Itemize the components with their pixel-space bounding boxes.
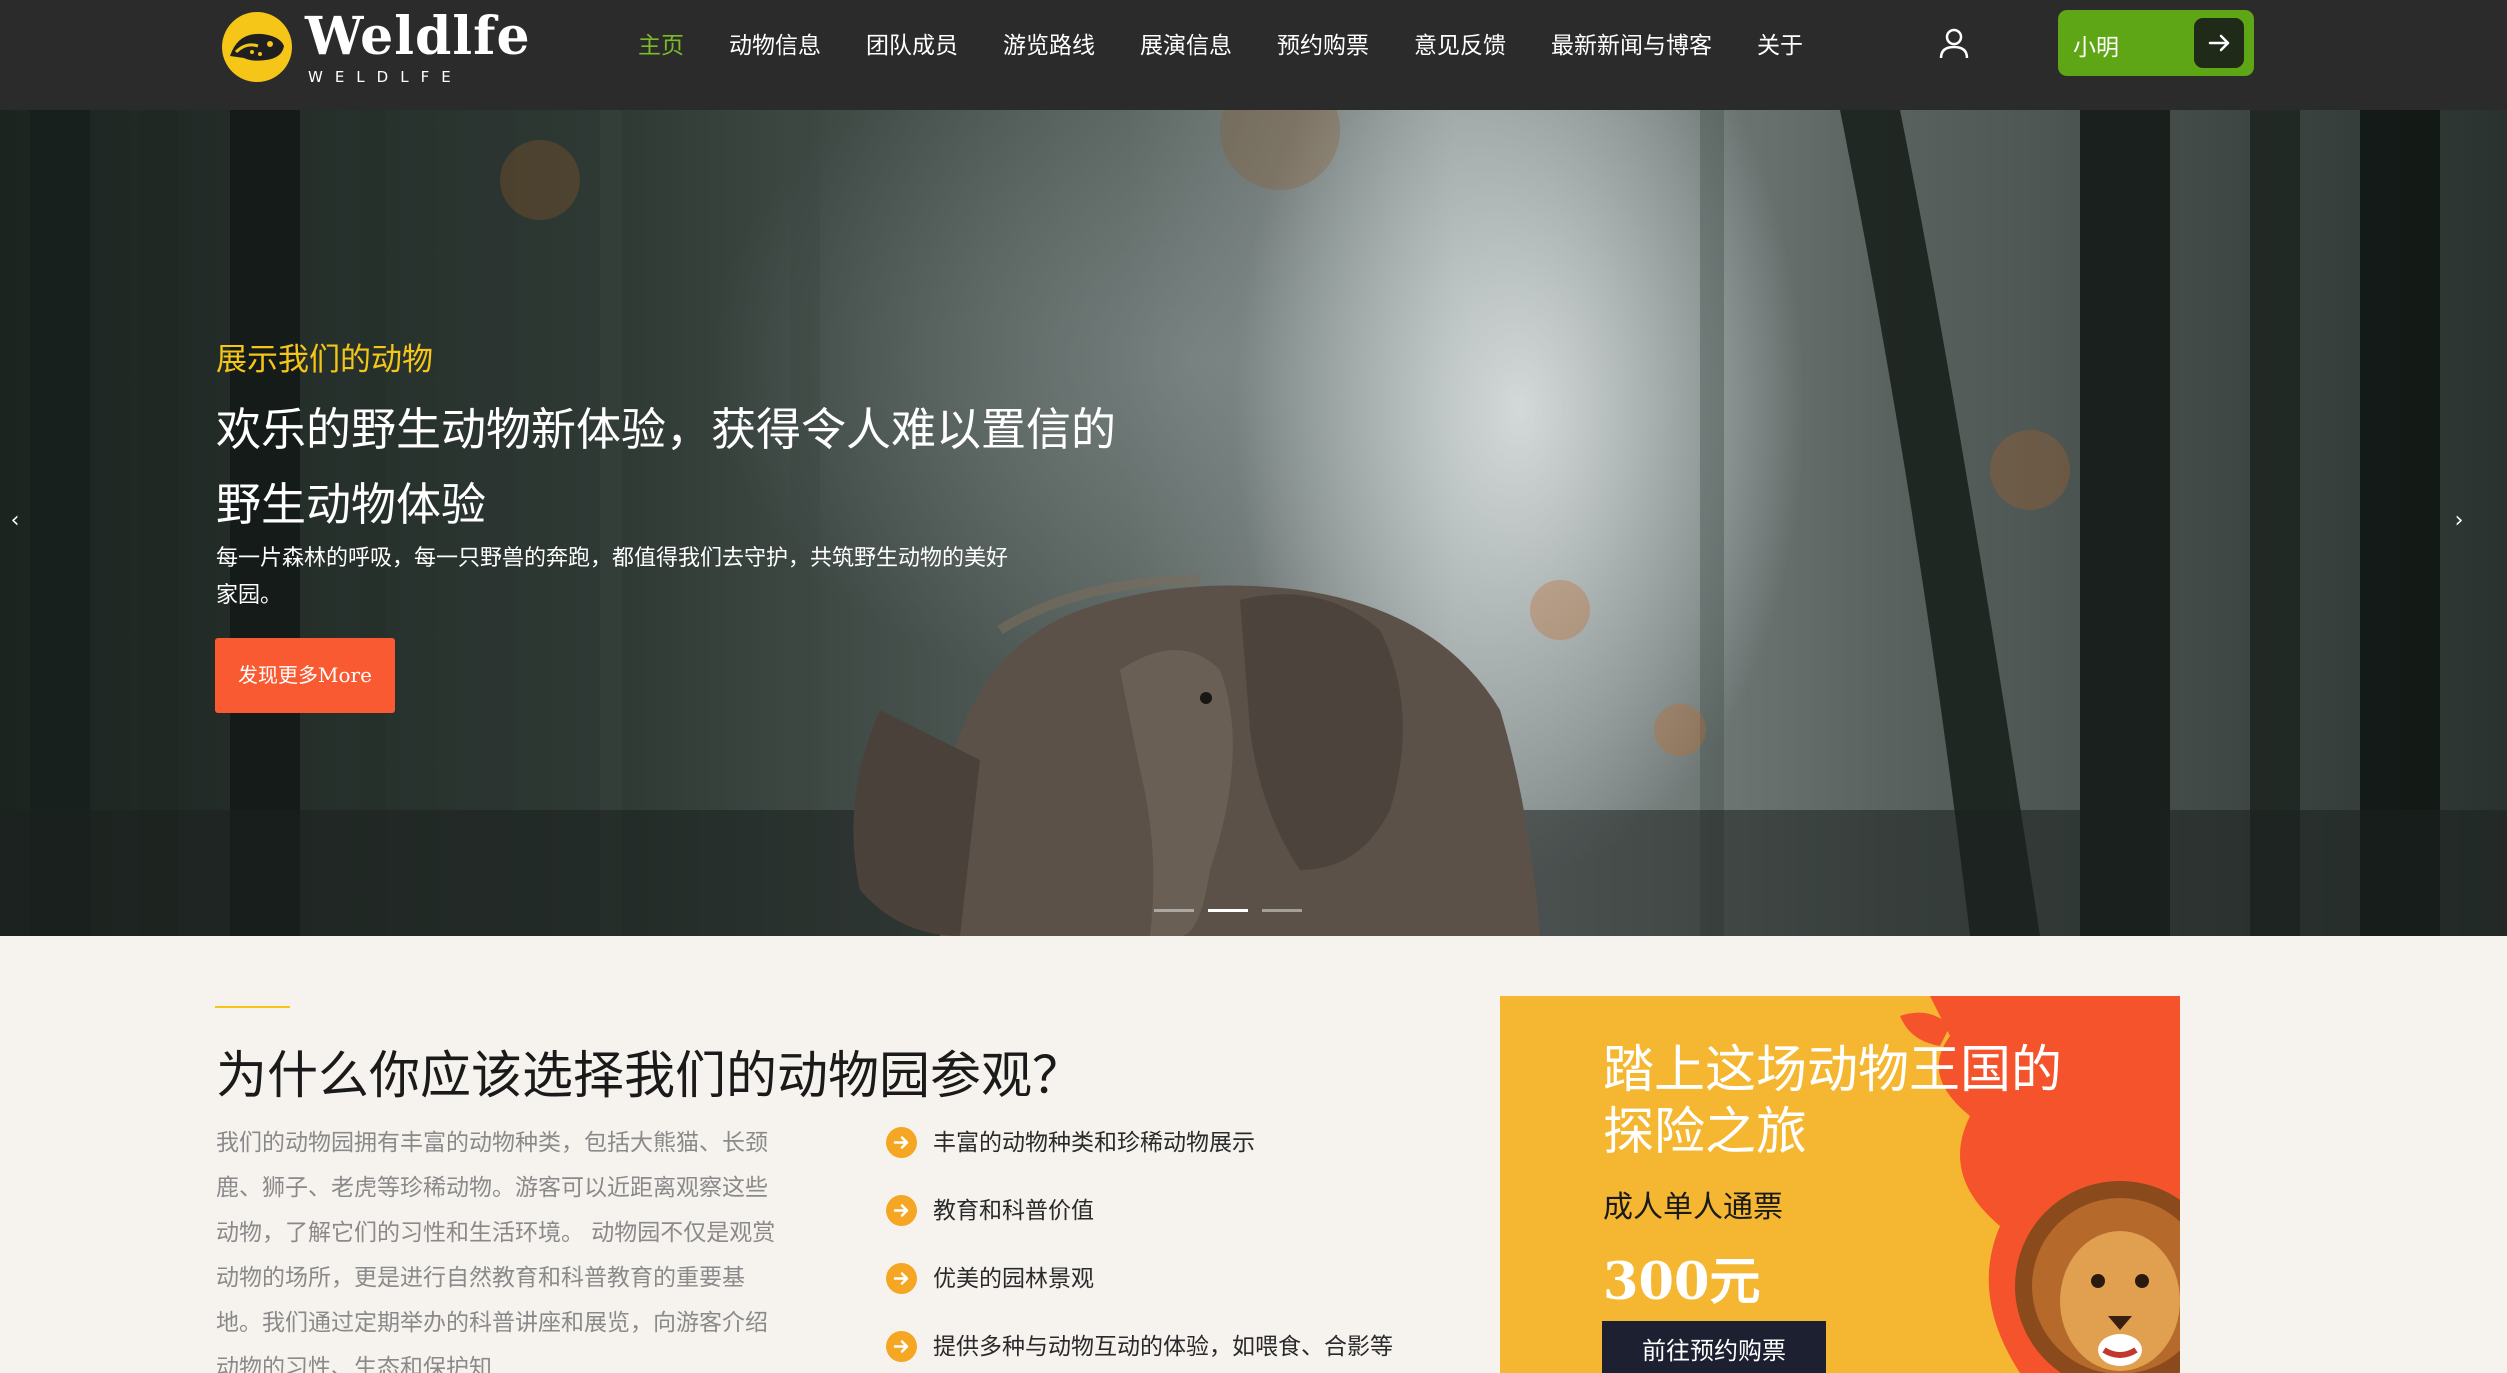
hero-tagline: 展示我们的动物	[216, 342, 433, 378]
nav-item-news[interactable]: 最新新闻与博客	[1551, 26, 1712, 60]
user-name: 小明	[2073, 35, 2119, 61]
carousel-dots	[1154, 909, 1316, 912]
nav-item-routes[interactable]: 游览路线	[1003, 26, 1095, 60]
why-section-title: 为什么你应该选择我们的动物园参观？	[216, 1047, 1084, 1106]
discover-more-button[interactable]: 发现更多More	[215, 638, 395, 713]
nav-item-tickets[interactable]: 预约购票	[1277, 26, 1369, 60]
promo-ticket-type: 成人单人通票	[1603, 1190, 1783, 1225]
feature-label: 优美的园林景观	[933, 1266, 1094, 1292]
feature-item: 丰富的动物种类和珍稀动物展示	[886, 1121, 1446, 1189]
hero-banner: 展示我们的动物 欢乐的野生动物新体验，获得令人难以置信的野生动物体验 每一片森林…	[0, 110, 2507, 936]
feature-label: 丰富的动物种类和珍稀动物展示	[933, 1130, 1255, 1156]
nav-item-team[interactable]: 团队成员	[866, 26, 958, 60]
logo-badge-icon	[222, 12, 292, 82]
logo-name: Weldlfe	[305, 6, 531, 67]
arrow-circle-icon	[886, 1127, 917, 1158]
carousel-dot[interactable]	[1262, 909, 1302, 912]
main-nav: 主页 动物信息 团队成员 游览路线 展演信息 预约购票 意见反馈 最新新闻与博客…	[638, 0, 1848, 86]
promo-title: 踏上这场动物王国的探险之旅	[1603, 1041, 2063, 1162]
hero-description: 每一片森林的呼吸，每一只野兽的奔跑，都值得我们去守护，共筑野生动物的美好家园。	[216, 546, 1009, 608]
user-icon[interactable]	[1937, 26, 1971, 60]
feature-list: 丰富的动物种类和珍稀动物展示 教育和科普价值 优美的园林景观 提供多种与动物互动…	[886, 1121, 1446, 1373]
arrow-circle-icon	[886, 1263, 917, 1294]
chevron-left-icon[interactable]: ‹	[0, 506, 30, 536]
feature-item: 提供多种与动物互动的体验，如喂食、合影等	[886, 1325, 1446, 1373]
elephant-illustration	[853, 575, 1540, 936]
carousel-dot[interactable]	[1154, 909, 1194, 912]
arrow-circle-icon	[886, 1331, 917, 1362]
nav-item-feedback[interactable]: 意见反馈	[1414, 26, 1506, 60]
arrow-right-icon	[2194, 18, 2244, 68]
promo-price: 300元	[1603, 1252, 1761, 1312]
feature-label: 教育和科普价值	[933, 1198, 1094, 1224]
why-section-text: 我们的动物园拥有丰富的动物种类，包括大熊猫、长颈鹿、狮子、老虎等珍稀动物。游客可…	[216, 1130, 776, 1373]
user-account-button[interactable]: 小明	[2058, 10, 2254, 76]
arrow-circle-icon	[886, 1195, 917, 1226]
feature-label: 提供多种与动物互动的体验，如喂食、合影等	[933, 1334, 1393, 1360]
nav-item-shows[interactable]: 展演信息	[1140, 26, 1232, 60]
site-logo[interactable]: Weldlfe WELDLFE	[222, 6, 530, 86]
logo-subtitle: WELDLFE	[308, 68, 463, 86]
feature-item: 优美的园林景观	[886, 1257, 1446, 1325]
book-ticket-button[interactable]: 前往预约购票	[1602, 1321, 1826, 1373]
site-header: Weldlfe WELDLFE 主页 动物信息 团队成员 游览路线 展演信息 预…	[0, 0, 2507, 110]
lion-icon	[2015, 1181, 2180, 1373]
carousel-dot[interactable]	[1208, 909, 1248, 912]
chevron-right-icon[interactable]: ›	[2444, 506, 2474, 536]
nav-item-about[interactable]: 关于	[1757, 26, 1803, 60]
nav-item-animals[interactable]: 动物信息	[729, 26, 821, 60]
feature-item: 教育和科普价值	[886, 1189, 1446, 1257]
hero-title: 欢乐的野生动物新体验，获得令人难以置信的野生动物体验	[216, 403, 1117, 531]
section-accent-rule	[215, 1006, 290, 1008]
ticket-promo-card: 踏上这场动物王国的探险之旅 成人单人通票 300元 前往预约购票	[1500, 996, 2180, 1373]
nav-item-home[interactable]: 主页	[638, 26, 684, 60]
